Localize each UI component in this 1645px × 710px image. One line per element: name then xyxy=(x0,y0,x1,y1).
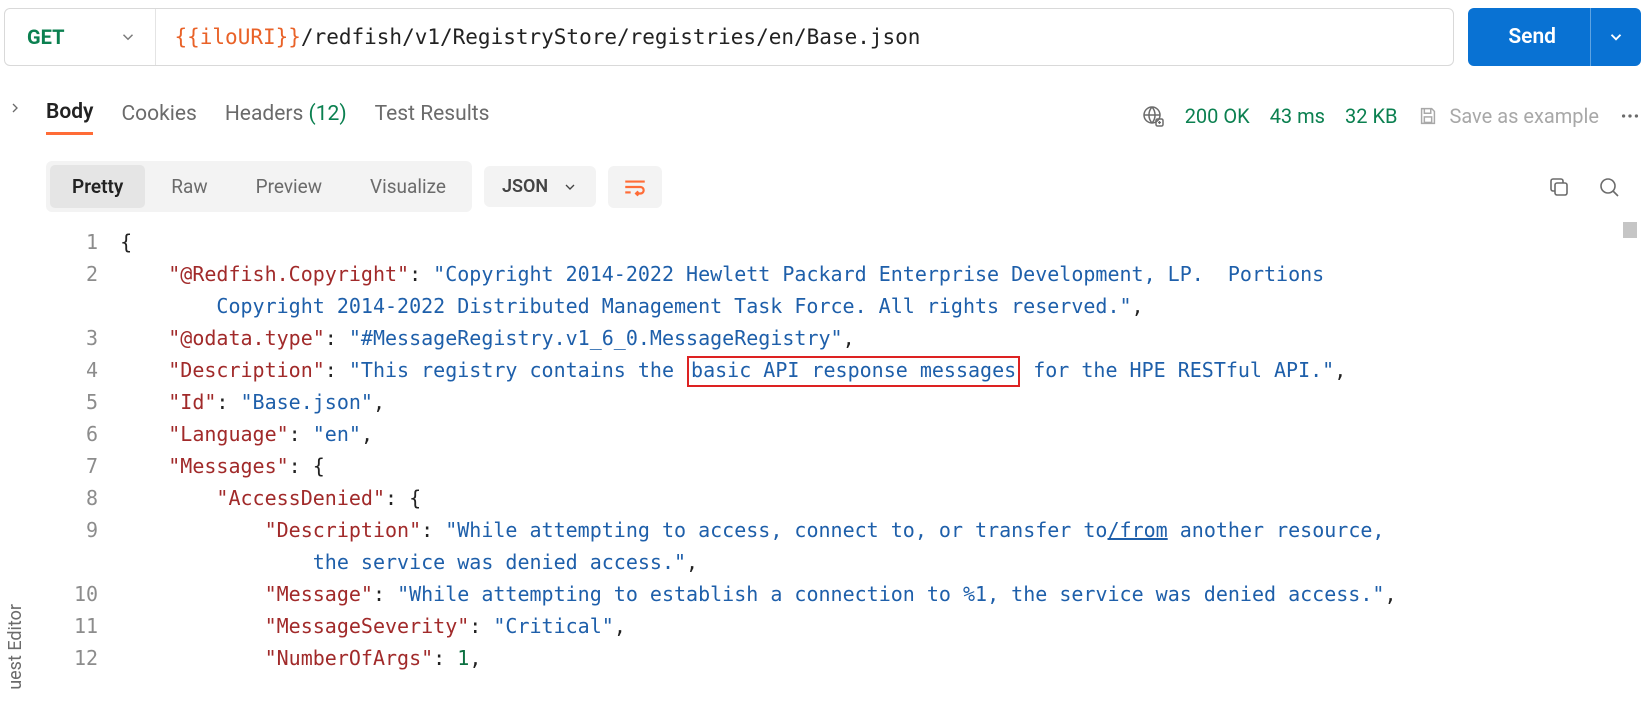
toolbar-right xyxy=(1547,175,1621,199)
copy-icon[interactable] xyxy=(1547,175,1571,199)
save-as-example[interactable]: Save as example xyxy=(1417,104,1599,128)
chevron-right-icon[interactable] xyxy=(7,100,23,116)
url-variable: {{iloURI}} xyxy=(174,25,300,49)
save-icon xyxy=(1417,105,1439,127)
line-gutter: 1 2 3 4 5 6 7 8 9 10 11 12 xyxy=(46,222,108,674)
status-size: 32 KB xyxy=(1345,104,1397,128)
request-bar: GET {{iloURI}}/redfish/v1/RegistryStore/… xyxy=(0,0,1645,72)
response-area: Body Cookies Headers (12) Test Results 2… xyxy=(46,92,1641,710)
method-url-container: GET {{iloURI}}/redfish/v1/RegistryStore/… xyxy=(4,8,1454,66)
tab-test-results[interactable]: Test Results xyxy=(375,98,490,134)
view-mode-tabs: Pretty Raw Preview Visualize xyxy=(46,161,472,212)
chevron-down-icon xyxy=(119,28,137,46)
tab-body[interactable]: Body xyxy=(46,96,93,135)
search-icon[interactable] xyxy=(1597,175,1621,199)
format-label: JSON xyxy=(502,176,548,197)
viewtab-raw[interactable]: Raw xyxy=(149,165,229,208)
wrap-lines-button[interactable] xyxy=(608,166,662,208)
status-code: 200 OK xyxy=(1185,104,1250,128)
chevron-down-icon xyxy=(562,179,578,195)
http-method-select[interactable]: GET xyxy=(5,9,156,65)
left-rail-label[interactable]: uest Editor xyxy=(5,604,26,690)
status-time: 43 ms xyxy=(1270,104,1325,128)
response-tabs: Body Cookies Headers (12) Test Results xyxy=(46,96,490,135)
response-toolbar: Pretty Raw Preview Visualize JSON xyxy=(46,161,1641,212)
left-rail: uest Editor xyxy=(0,90,30,710)
send-button-label: Send xyxy=(1468,25,1590,49)
highlighted-text: basic API response messages xyxy=(687,356,1020,387)
code-viewer[interactable]: 1 2 3 4 5 6 7 8 9 10 11 12 { "@Redfish.C… xyxy=(46,222,1641,674)
tab-headers-label: Headers xyxy=(225,102,303,126)
viewtab-visualize[interactable]: Visualize xyxy=(348,165,468,208)
globe-icon[interactable] xyxy=(1141,104,1165,128)
send-button[interactable]: Send xyxy=(1468,8,1641,66)
format-select[interactable]: JSON xyxy=(484,166,596,207)
status-row: 200 OK 43 ms 32 KB Save as example xyxy=(1141,104,1641,128)
tab-headers-count: (12) xyxy=(309,102,347,126)
save-as-example-label: Save as example xyxy=(1449,104,1599,128)
code-content[interactable]: { "@Redfish.Copyright": "Copyright 2014-… xyxy=(108,222,1641,674)
more-icon[interactable] xyxy=(1619,105,1641,127)
response-tab-row: Body Cookies Headers (12) Test Results 2… xyxy=(46,92,1641,135)
send-button-chevron[interactable] xyxy=(1590,8,1641,66)
http-method-label: GET xyxy=(27,25,64,49)
tab-headers[interactable]: Headers (12) xyxy=(225,98,347,134)
url-path: /redfish/v1/RegistryStore/registries/en/… xyxy=(301,25,921,49)
url-input[interactable]: {{iloURI}}/redfish/v1/RegistryStore/regi… xyxy=(156,25,1453,49)
tab-cookies[interactable]: Cookies xyxy=(121,98,196,134)
viewtab-pretty[interactable]: Pretty xyxy=(50,165,145,208)
viewtab-preview[interactable]: Preview xyxy=(234,165,344,208)
